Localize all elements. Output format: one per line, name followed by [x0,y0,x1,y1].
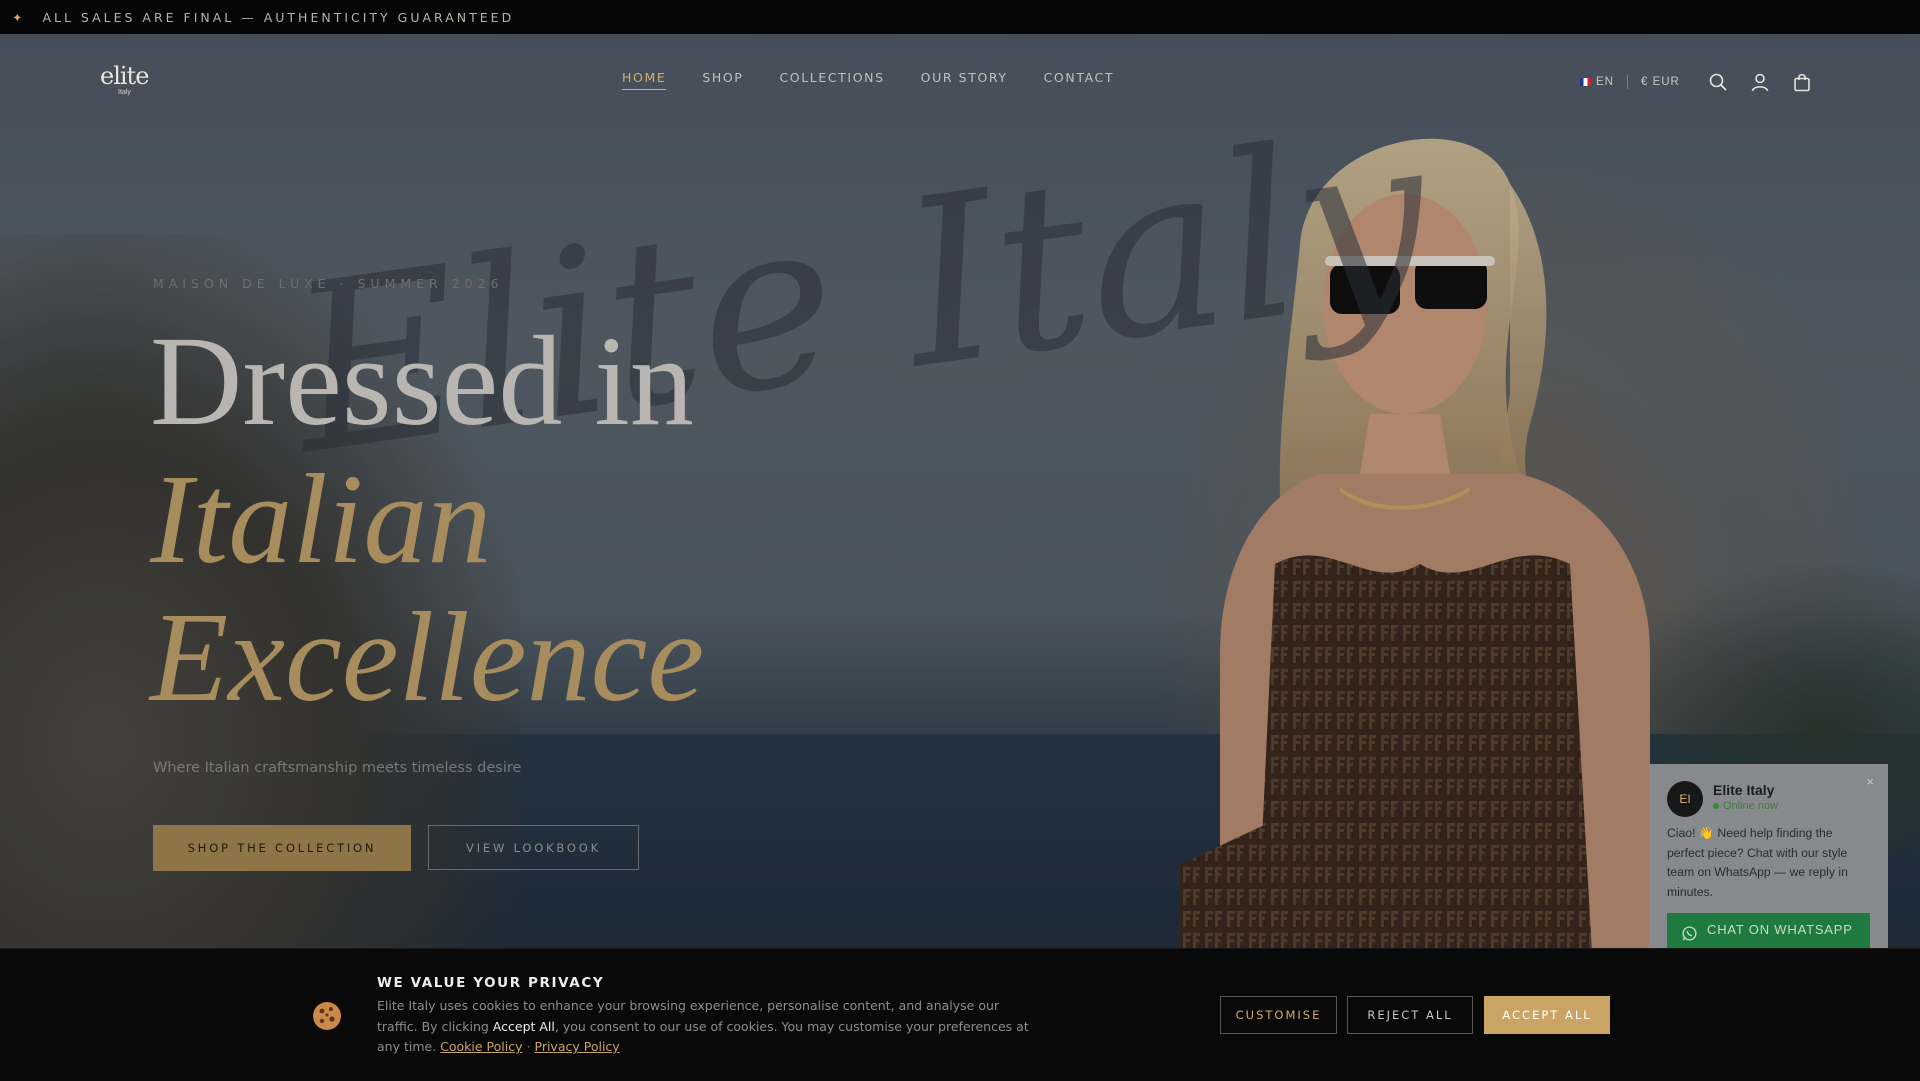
nav-contact[interactable]: CONTACT [1044,70,1114,90]
chat-agent-name: Elite Italy [1713,782,1775,798]
headline-line-1: Dressed in [150,310,694,452]
hero-headline: Dressed in Italian Excellence [150,312,704,726]
nav-collections[interactable]: COLLECTIONS [779,70,884,90]
bag-icon[interactable] [1792,72,1812,92]
whatsapp-chat-widget: × EI Elite Italy Online now Ciao! 👋 Need… [1649,764,1888,954]
uk-flag-icon [1580,78,1591,86]
chat-status: Online now [1713,800,1778,812]
customise-button[interactable]: CUSTOMISE [1220,996,1337,1034]
avatar: EI [1667,781,1703,817]
cookie-policy-link[interactable]: Cookie Policy [440,1039,522,1054]
nav-shop[interactable]: SHOP [702,70,743,90]
cookie-banner: WE VALUE YOUR PRIVACY Elite Italy uses c… [0,948,1920,1081]
hero-eyebrow: MAISON DE LUXE · SUMMER 2026 [153,276,504,291]
view-lookbook-button[interactable]: VIEW LOOKBOOK [428,825,639,870]
cookie-text: Elite Italy uses cookies to enhance your… [377,998,1029,1054]
search-icon[interactable] [1708,72,1728,92]
primary-nav: HOME SHOP COLLECTIONS OUR STORY CONTACT [622,70,1150,90]
chat-message: Ciao! 👋 Need help finding the perfect pi… [1667,826,1848,899]
privacy-policy-link[interactable]: Privacy Policy [535,1039,620,1054]
language-selector[interactable]: EN [1580,76,1614,88]
cookie-icon [313,1002,341,1030]
reject-all-button[interactable]: REJECT ALL [1347,996,1473,1034]
nav-our-story[interactable]: OUR STORY [921,70,1008,90]
announcement-bar: ✦ ALL SALES ARE FINAL — AUTHENTICITY GUA… [0,0,1920,34]
brand-logo[interactable]: elite Italy [100,64,150,100]
star-icon: ✦ [12,9,26,25]
nav-home[interactable]: HOME [622,70,667,90]
headline-line-2: Italian [150,448,492,590]
online-dot-icon [1713,803,1719,810]
cookie-title: WE VALUE YOUR PRIVACY [377,975,605,991]
currency-selector[interactable]: € EUR [1641,76,1680,88]
main-header: elite Italy HOME SHOP COLLECTIONS OUR ST… [0,34,1920,124]
announcement-text: ✦ ALL SALES ARE FINAL — AUTHENTICITY GUA… [12,9,515,25]
shop-collection-button[interactable]: SHOP THE COLLECTION [153,825,411,871]
account-icon[interactable] [1750,72,1770,92]
accept-all-button[interactable]: ACCEPT ALL [1484,996,1610,1034]
close-icon[interactable]: × [1866,774,1874,789]
hero-subtitle: Where Italian craftsmanship meets timele… [153,760,522,776]
headline-line-3: Excellence [150,586,705,728]
whatsapp-icon [1682,926,1697,941]
divider [1626,75,1628,89]
header-utilities: EN € EUR [1580,72,1812,92]
